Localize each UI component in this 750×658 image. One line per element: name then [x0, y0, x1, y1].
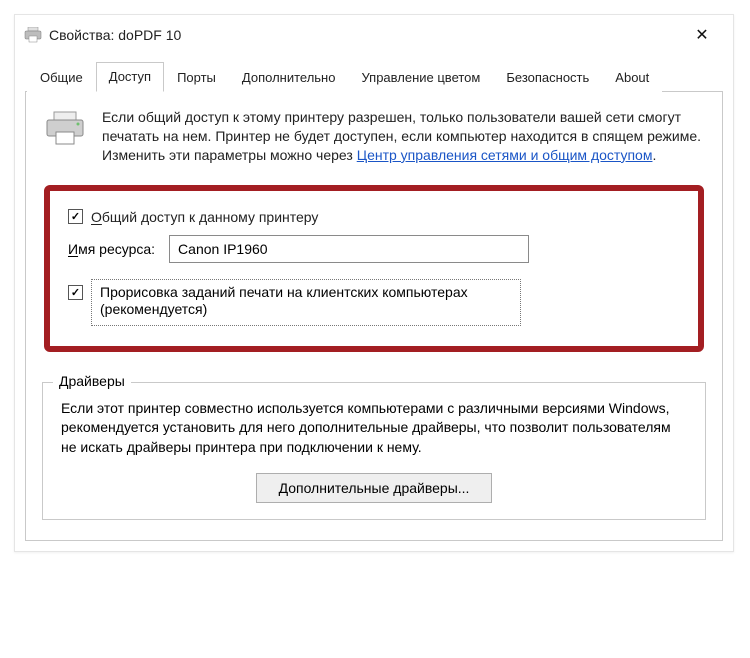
drivers-text: Если этот принтер совместно используется… [61, 399, 687, 458]
additional-drivers-button[interactable]: Дополнительные драйверы... [256, 473, 493, 503]
info-text-after: . [652, 147, 656, 163]
drivers-groupbox: Драйверы Если этот принтер совместно исп… [42, 382, 706, 521]
network-center-link[interactable]: Центр управления сетями и общим доступом [357, 147, 653, 163]
tab-color[interactable]: Управление цветом [348, 63, 493, 92]
render-on-client-label: Прорисовка заданий печати на клиентских … [91, 279, 521, 326]
window-title: Свойства: doPDF 10 [49, 27, 679, 43]
highlight-redbox: Общий доступ к данному принтеру Имя ресу… [44, 185, 704, 352]
printer-large-icon [42, 110, 88, 146]
properties-dialog: Свойства: doPDF 10 ✕ Общие Доступ Порты … [14, 14, 734, 552]
share-printer-label: Общий доступ к данному принтеру [91, 209, 318, 225]
render-on-client-checkbox[interactable] [68, 285, 83, 300]
tab-sharing[interactable]: Доступ [96, 62, 164, 92]
render-on-client-row: Прорисовка заданий печати на клиентских … [68, 279, 680, 326]
tab-ports[interactable]: Порты [164, 63, 229, 92]
share-name-input[interactable] [169, 235, 529, 263]
tab-strip: Общие Доступ Порты Дополнительно Управле… [25, 61, 723, 92]
share-name-label: Имя ресурса: [68, 241, 155, 257]
tab-body: Если общий доступ к этому принтеру разре… [25, 92, 723, 541]
sharing-info-text: Если общий доступ к этому принтеру разре… [102, 108, 706, 165]
share-name-row: Имя ресурса: [68, 235, 680, 263]
share-this-printer-row: Общий доступ к данному принтеру [68, 209, 680, 225]
share-printer-checkbox[interactable] [68, 209, 83, 224]
tab-advanced[interactable]: Дополнительно [229, 63, 349, 92]
drivers-legend: Драйверы [53, 373, 131, 389]
tab-general[interactable]: Общие [27, 63, 96, 92]
tab-security[interactable]: Безопасность [493, 63, 602, 92]
close-button[interactable]: ✕ [679, 21, 725, 49]
sharing-info: Если общий доступ к этому принтеру разре… [42, 108, 706, 165]
printer-icon [23, 27, 43, 43]
tab-about[interactable]: About [602, 63, 662, 92]
titlebar: Свойства: doPDF 10 ✕ [15, 15, 733, 51]
